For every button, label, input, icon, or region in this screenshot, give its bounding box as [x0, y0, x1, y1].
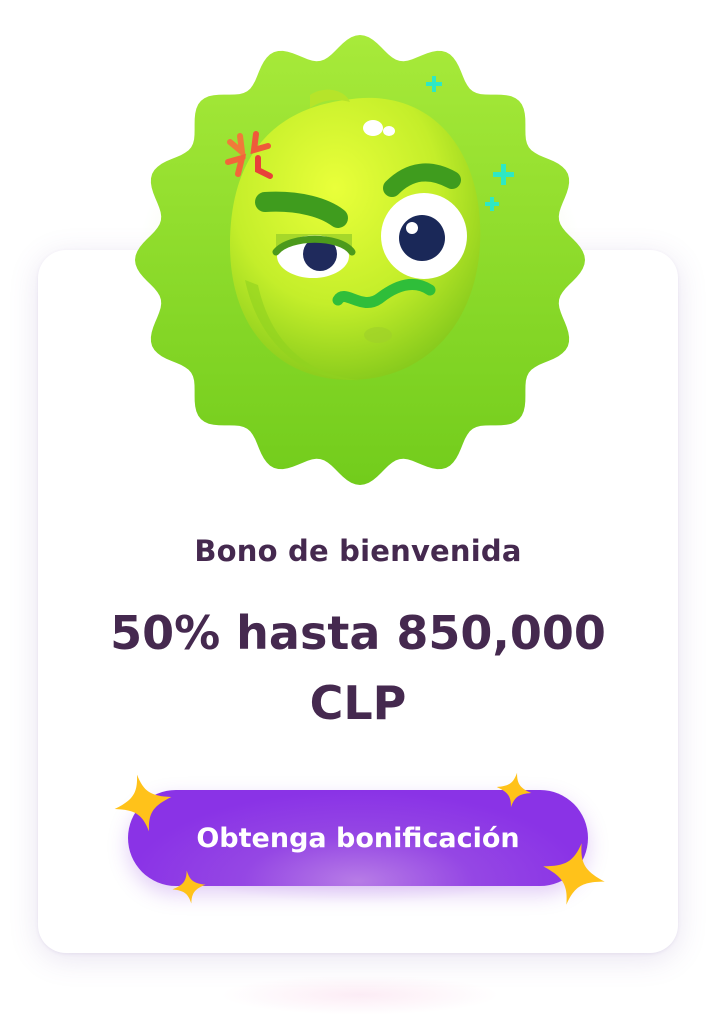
lime-mascot-icon	[135, 35, 585, 485]
bonus-subtitle: Bono de bienvenida	[194, 534, 522, 568]
get-bonus-button-label: Obtenga bonificación	[196, 822, 520, 854]
right-eye	[381, 193, 467, 279]
welcome-bonus-page: Bono de bienvenida 50% hasta 850,000 CLP…	[0, 0, 720, 1015]
bonus-headline: 50% hasta 850,000 CLP	[110, 606, 606, 730]
bottom-glow	[220, 975, 500, 1015]
star-icon	[496, 772, 532, 808]
star-icon	[543, 843, 605, 905]
star-icon	[114, 774, 172, 832]
star-icon	[172, 870, 206, 904]
